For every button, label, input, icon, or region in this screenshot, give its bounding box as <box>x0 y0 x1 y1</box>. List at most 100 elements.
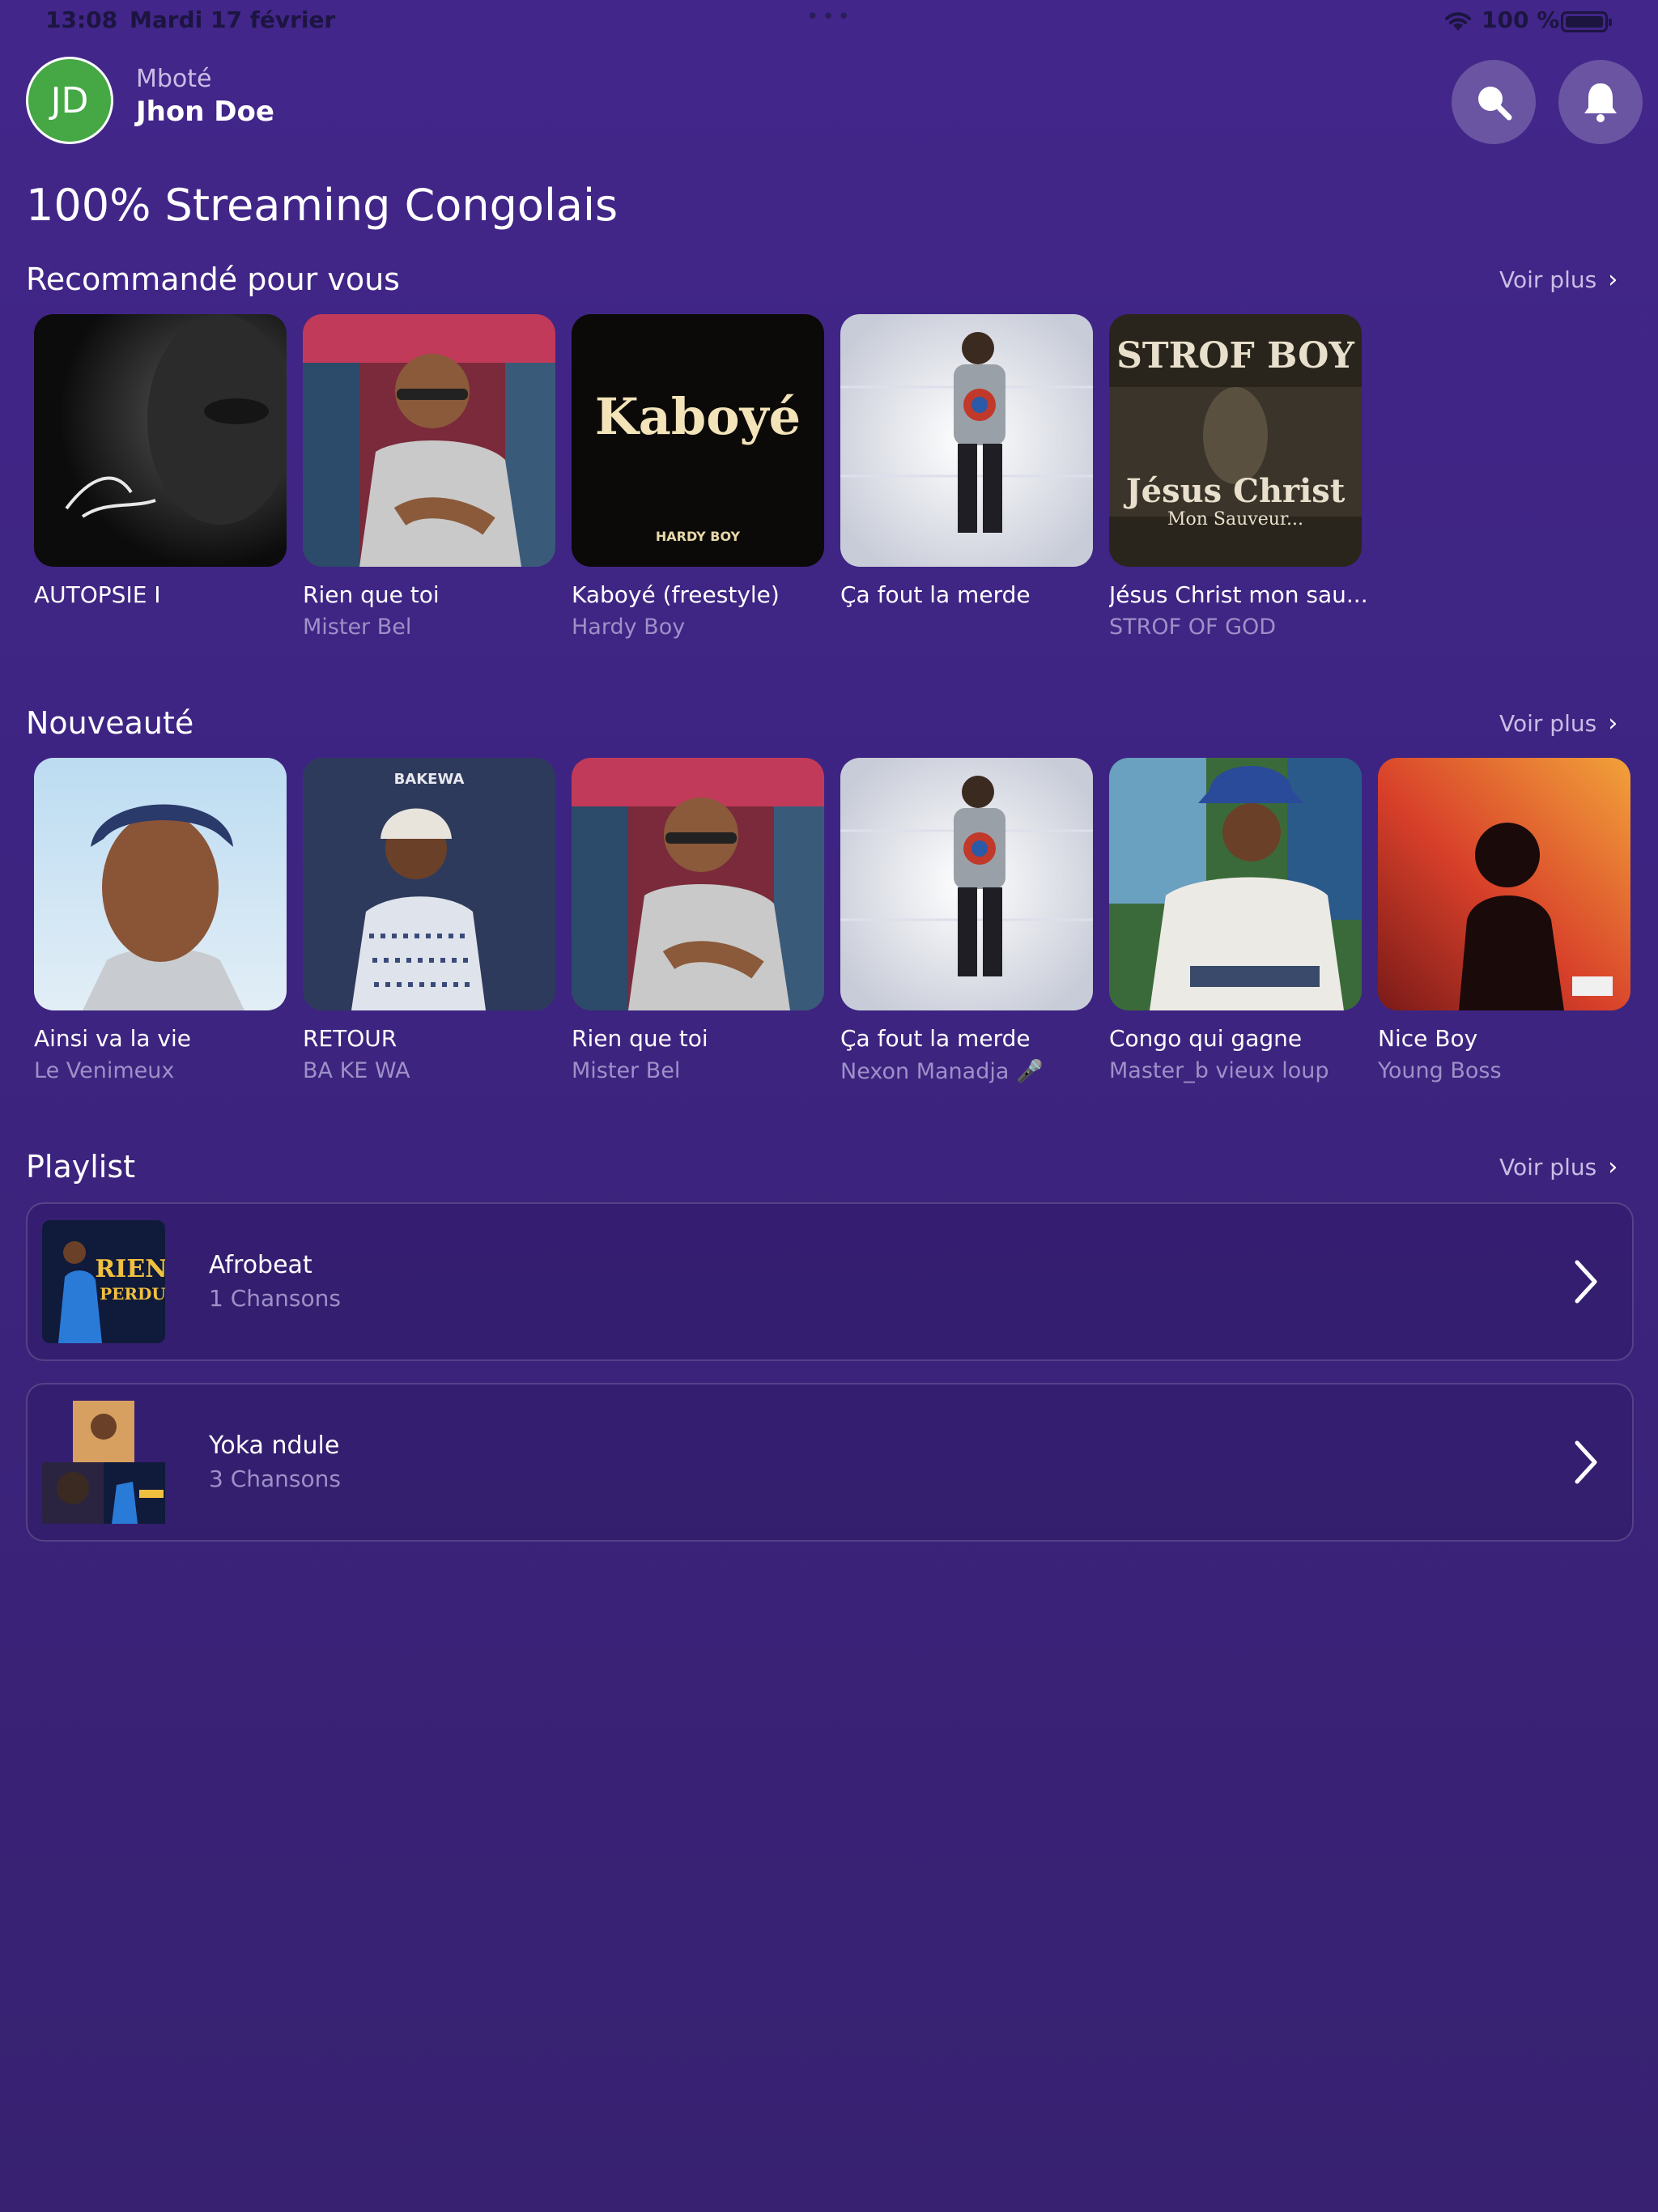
album-cover <box>1109 758 1362 1010</box>
playlist-cover-title: RIEN <box>95 1255 165 1283</box>
album-cover <box>1378 758 1630 1010</box>
chevron-right-icon: › <box>1608 709 1618 738</box>
playlist-art <box>42 1401 165 1524</box>
album-art <box>1109 758 1362 1010</box>
chevron-right-icon: › <box>1608 1153 1618 1181</box>
album-cover <box>840 314 1093 567</box>
playlist-cover: RIEN PERDU <box>42 1220 168 1343</box>
album-art: STROF BOY Jésus Christ Mon Sauveur... <box>1109 314 1362 567</box>
track-title: Rien que toi <box>572 1025 708 1052</box>
playlist-count: 1 Chansons <box>209 1285 341 1312</box>
cover-subtitle2-text: Mon Sauveur... <box>1167 509 1303 530</box>
track-card[interactable]: Congo qui gagne Master_b vieux loup <box>1109 758 1362 1083</box>
playlist-name: Yoka ndule <box>209 1431 340 1460</box>
album-art <box>840 758 1093 1010</box>
track-artist: STROF OF GOD <box>1109 615 1277 640</box>
playlist-name: Afrobeat <box>209 1251 312 1279</box>
track-title: Rien que toi <box>303 581 440 608</box>
track-title: RETOUR <box>303 1025 397 1052</box>
cover-title-text: BAKEWA <box>394 771 465 788</box>
chevron-right-icon: › <box>1608 266 1618 294</box>
album-art: BAKEWA <box>303 758 555 1010</box>
track-title: Congo qui gagne <box>1109 1025 1303 1052</box>
battery-icon <box>1561 11 1612 32</box>
cover-subtitle-text: Jésus Christ <box>1124 472 1346 510</box>
track-card[interactable]: Kaboyé HARDY BOY Kaboyé (freestyle) Hard… <box>572 314 824 640</box>
track-artist: Nexon Manadja 🎤 <box>840 1059 1044 1084</box>
track-artist: Mister Bel <box>303 615 412 640</box>
track-card[interactable]: Ainsi va la vie Le Venimeux <box>34 758 287 1083</box>
cover-title-text: STROF BOY <box>1116 335 1354 376</box>
see-more-new[interactable]: Voir plus › <box>1499 709 1618 738</box>
track-artist: Young Boss <box>1378 1058 1502 1083</box>
playlist-art: RIEN PERDU <box>42 1220 168 1343</box>
track-title: Kaboyé (freestyle) <box>572 581 780 608</box>
status-bar: 13:08 Mardi 17 février ••• 100 % <box>0 0 1658 42</box>
track-card[interactable]: AUTOPSIE I <box>34 314 287 615</box>
track-card[interactable]: Nice Boy Young Boss <box>1378 758 1630 1083</box>
chevron-right-icon <box>1575 1440 1597 1484</box>
album-art: Kaboyé HARDY BOY <box>572 314 824 567</box>
track-card[interactable]: Ça fout la merde <box>840 314 1093 615</box>
playlist-count: 3 Chansons <box>209 1465 341 1492</box>
track-title: Ça fout la merde <box>840 581 1031 608</box>
track-title: Jésus Christ mon sau... <box>1109 581 1368 608</box>
album-art <box>840 314 1093 567</box>
album-cover <box>840 758 1093 1010</box>
status-date: Mardi 17 février <box>130 6 336 33</box>
album-art <box>572 758 824 1010</box>
track-card[interactable]: Ça fout la merde Nexon Manadja 🎤 <box>840 758 1093 1084</box>
see-more-recommended[interactable]: Voir plus › <box>1499 266 1618 294</box>
track-title: Ça fout la merde <box>840 1025 1031 1052</box>
bell-icon <box>1584 83 1617 122</box>
album-cover: BAKEWA <box>303 758 555 1010</box>
see-more-label: Voir plus <box>1499 1154 1597 1180</box>
album-cover <box>572 758 824 1010</box>
track-artist: BA KE WA <box>303 1058 410 1083</box>
see-more-playlist[interactable]: Voir plus › <box>1499 1153 1618 1181</box>
see-more-label: Voir plus <box>1499 710 1597 737</box>
page-title: 100% Streaming Congolais <box>26 180 619 231</box>
status-time: 13:08 <box>45 6 118 33</box>
section-title-new: Nouveauté <box>26 705 194 741</box>
playlist-cover-subtitle: PERDU <box>100 1284 165 1304</box>
track-artist: Le Venimeux <box>34 1058 175 1083</box>
multitask-dots[interactable]: ••• <box>806 5 853 29</box>
battery-percent: 100 % <box>1482 6 1560 33</box>
track-card[interactable]: Rien que toi Mister Bel <box>572 758 824 1083</box>
search-icon <box>1478 87 1512 121</box>
album-cover <box>34 314 287 567</box>
see-more-label: Voir plus <box>1499 266 1597 293</box>
username: Jhon Doe <box>136 96 274 128</box>
notifications-button[interactable] <box>1558 60 1643 144</box>
wifi-icon <box>1445 12 1471 31</box>
section-title-playlist: Playlist <box>26 1149 136 1185</box>
track-title: Nice Boy <box>1378 1025 1478 1052</box>
album-cover: STROF BOY Jésus Christ Mon Sauveur... <box>1109 314 1362 567</box>
avatar[interactable]: JD <box>26 57 113 144</box>
search-button[interactable] <box>1452 60 1536 144</box>
album-art <box>1378 758 1630 1010</box>
track-artist: Mister Bel <box>572 1058 681 1083</box>
track-artist: Master_b vieux loup <box>1109 1058 1329 1083</box>
playlist-item[interactable]: Yoka ndule 3 Chansons <box>26 1383 1634 1542</box>
track-artist: Hardy Boy <box>572 615 686 640</box>
album-cover <box>34 758 287 1010</box>
greeting-text: Mboté <box>136 65 212 93</box>
playlist-cover <box>42 1401 165 1524</box>
cover-artist-text: HARDY BOY <box>656 529 741 544</box>
track-card[interactable]: BAKEWA RETOUR BA KE WA <box>303 758 555 1083</box>
track-title: AUTOPSIE I <box>34 581 161 608</box>
album-art <box>34 314 287 567</box>
album-cover: Kaboyé HARDY BOY <box>572 314 824 567</box>
album-art <box>34 758 287 1010</box>
track-card[interactable]: STROF BOY Jésus Christ Mon Sauveur... Jé… <box>1109 314 1368 640</box>
album-art <box>303 314 555 567</box>
cover-title-text: Kaboyé <box>595 387 801 446</box>
track-title: Ainsi va la vie <box>34 1025 191 1052</box>
album-cover <box>303 314 555 567</box>
playlist-item[interactable]: RIEN PERDU Afrobeat 1 Chansons <box>26 1202 1634 1361</box>
section-title-recommended: Recommandé pour vous <box>26 262 400 297</box>
track-card[interactable]: Rien que toi Mister Bel <box>303 314 555 640</box>
chevron-right-icon <box>1575 1260 1597 1304</box>
